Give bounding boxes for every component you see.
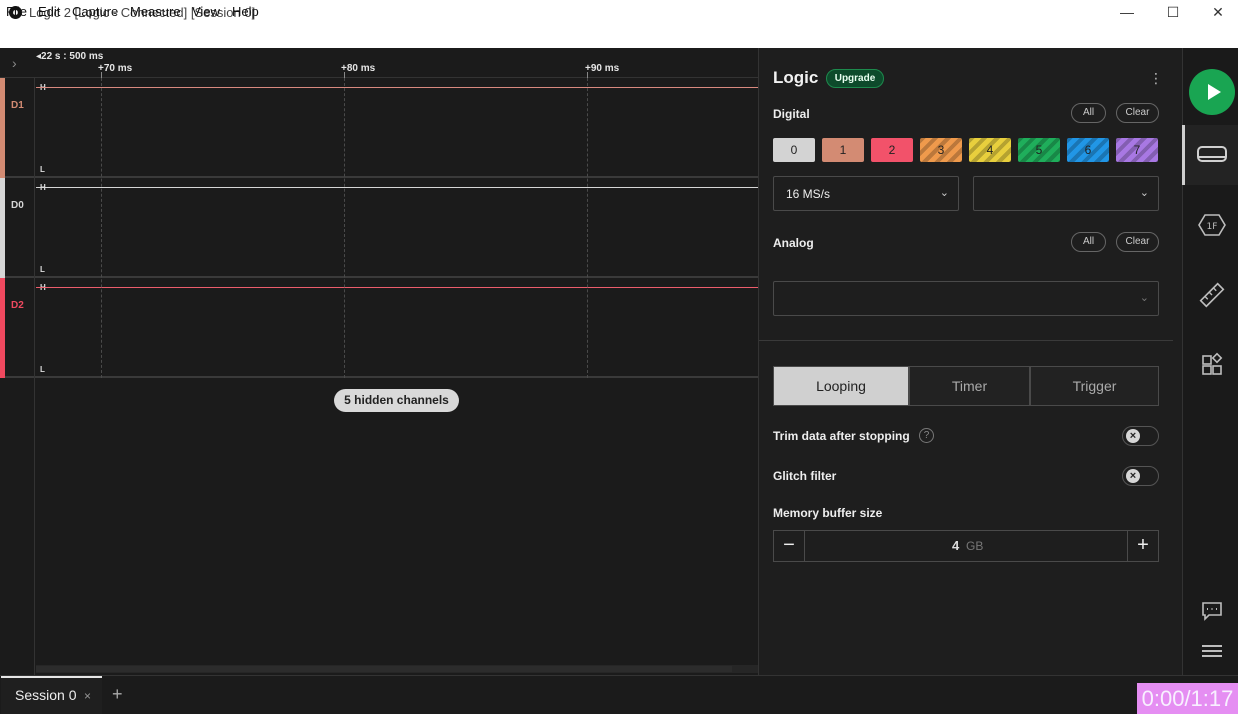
channel-label[interactable]: D0 [11, 200, 24, 211]
tick-label: +80 ms [341, 63, 376, 74]
channel-row-d1[interactable] [0, 78, 758, 178]
analog-label: Analog [773, 236, 814, 250]
digital-channel-0[interactable]: 0 [773, 138, 815, 162]
close-icon[interactable]: × [84, 689, 91, 703]
analog-all-button[interactable]: All [1071, 232, 1106, 252]
low-marker: L [40, 365, 45, 374]
gridline [587, 78, 588, 378]
tab-timer[interactable]: Timer [909, 366, 1030, 406]
panel-title: Logic [773, 68, 819, 87]
menu-icon[interactable] [1197, 636, 1227, 666]
chevron-down-icon: ⌄ [939, 187, 949, 199]
start-capture-button[interactable] [1189, 69, 1235, 115]
svg-text:1F: 1F [1207, 222, 1218, 232]
decrement-button[interactable]: − [773, 530, 805, 562]
more-options-icon[interactable]: ⋮ [1149, 70, 1163, 88]
help-icon[interactable]: ? [919, 428, 934, 443]
sample-rate-value: 16 MS/s [786, 187, 831, 201]
scrollbar-thumb[interactable] [36, 666, 732, 672]
video-timestamp-overlay: 0:00/1:17 [1137, 683, 1238, 714]
minimize-button[interactable]: — [1104, 0, 1150, 26]
digital-channel-7[interactable]: 7 [1116, 138, 1158, 162]
channel-color-strip [0, 178, 5, 278]
close-button[interactable]: ✕ [1195, 0, 1238, 26]
channel-color-strip [0, 78, 5, 178]
glitch-filter-label: Glitch filter [773, 469, 837, 483]
chevron-right-icon[interactable]: › [12, 55, 28, 71]
analog-clear-button[interactable]: Clear [1116, 232, 1159, 252]
voltage-select[interactable]: ⌄ [973, 176, 1159, 211]
tab-trigger[interactable]: Trigger [1030, 366, 1159, 406]
time-origin-label: ◂22 s : 500 ms [36, 51, 104, 62]
digital-clear-button[interactable]: Clear [1116, 103, 1159, 123]
menu-edit[interactable]: Edit [38, 4, 60, 19]
add-session-button[interactable]: + [112, 684, 123, 705]
signal-trace [36, 287, 758, 288]
digital-channel-6[interactable]: 6 [1067, 138, 1109, 162]
trim-data-toggle[interactable]: × [1122, 426, 1159, 446]
digital-all-button[interactable]: All [1071, 103, 1106, 123]
signal-trace [36, 187, 758, 188]
chevron-down-icon: ⌄ [1139, 292, 1149, 304]
digital-sample-rate-select[interactable]: 16 MS/s ⌄ [773, 176, 959, 211]
memory-value: 4 [952, 538, 960, 553]
digital-label: Digital [773, 107, 810, 121]
channel-row-d0[interactable] [0, 178, 758, 278]
tick-label: +70 ms [98, 63, 133, 74]
menu-capture[interactable]: Capture [72, 4, 118, 19]
notes-icon[interactable] [1197, 596, 1227, 626]
digital-channel-5[interactable]: 5 [1018, 138, 1060, 162]
close-icon: × [1126, 469, 1140, 483]
channel-row-d2[interactable] [0, 278, 758, 378]
close-icon: × [1126, 429, 1140, 443]
digital-channel-2[interactable]: 2 [871, 138, 913, 162]
tick-label: +90 ms [585, 63, 620, 74]
device-icon[interactable] [1197, 140, 1227, 170]
gridline [344, 78, 345, 378]
session-tab-bar [0, 675, 1238, 714]
measure-icon[interactable] [1197, 280, 1227, 310]
low-marker: L [40, 165, 45, 174]
maximize-button[interactable]: ☐ [1150, 0, 1196, 26]
divider [759, 340, 1173, 341]
increment-button[interactable]: + [1127, 530, 1159, 562]
analog-sample-rate-select[interactable]: ⌄ [773, 281, 1159, 316]
channel-label[interactable]: D1 [11, 100, 24, 111]
low-marker: L [40, 265, 45, 274]
hidden-channels-button[interactable]: 5 hidden channels [334, 389, 459, 412]
upgrade-button[interactable]: Upgrade [826, 69, 884, 88]
menu-measure[interactable]: Measure [130, 4, 181, 19]
gridline [101, 78, 102, 378]
memory-buffer-label: Memory buffer size [773, 506, 883, 520]
session-tab-label[interactable]: Session 0 [15, 687, 76, 703]
digital-channel-1[interactable]: 1 [822, 138, 864, 162]
digital-channel-3[interactable]: 3 [920, 138, 962, 162]
menu-help[interactable]: Help [232, 4, 259, 19]
chevron-down-icon: ⌄ [1139, 187, 1149, 199]
signal-trace [36, 87, 758, 88]
memory-unit: GB [966, 539, 984, 553]
glitch-filter-toggle[interactable]: × [1122, 466, 1159, 486]
label-column-divider [34, 78, 35, 675]
active-indicator [1182, 125, 1185, 185]
channel-color-strip [0, 278, 5, 378]
analyzer-icon[interactable]: 1F [1197, 210, 1227, 240]
channel-label[interactable]: D2 [11, 300, 24, 311]
extensions-icon[interactable] [1197, 350, 1227, 380]
menu-bar [0, 26, 1238, 48]
digital-channel-4[interactable]: 4 [969, 138, 1011, 162]
menu-file[interactable]: File [6, 4, 27, 19]
menu-view[interactable]: View [192, 4, 220, 19]
trim-data-label: Trim data after stopping [773, 429, 910, 443]
tab-looping[interactable]: Looping [773, 366, 909, 406]
